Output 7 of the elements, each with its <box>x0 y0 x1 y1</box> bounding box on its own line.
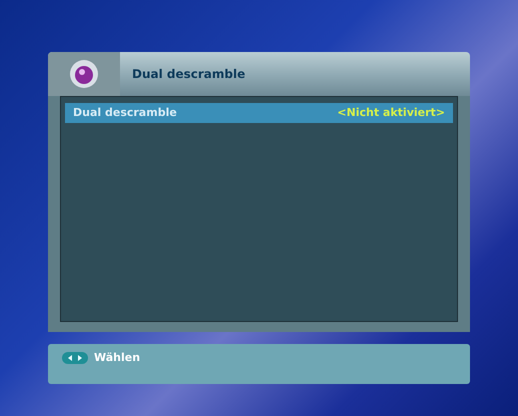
row-label: Dual descramble <box>73 104 177 121</box>
menu-row[interactable]: Dual descramble <Nicht aktiviert> <box>65 103 453 123</box>
left-right-key-icon <box>62 352 88 364</box>
logo-icon <box>69 59 99 89</box>
footer-hint: Wählen <box>94 352 140 364</box>
menu-title: Dual descramble <box>132 66 246 83</box>
row-value: <Nicht aktiviert> <box>337 104 445 121</box>
